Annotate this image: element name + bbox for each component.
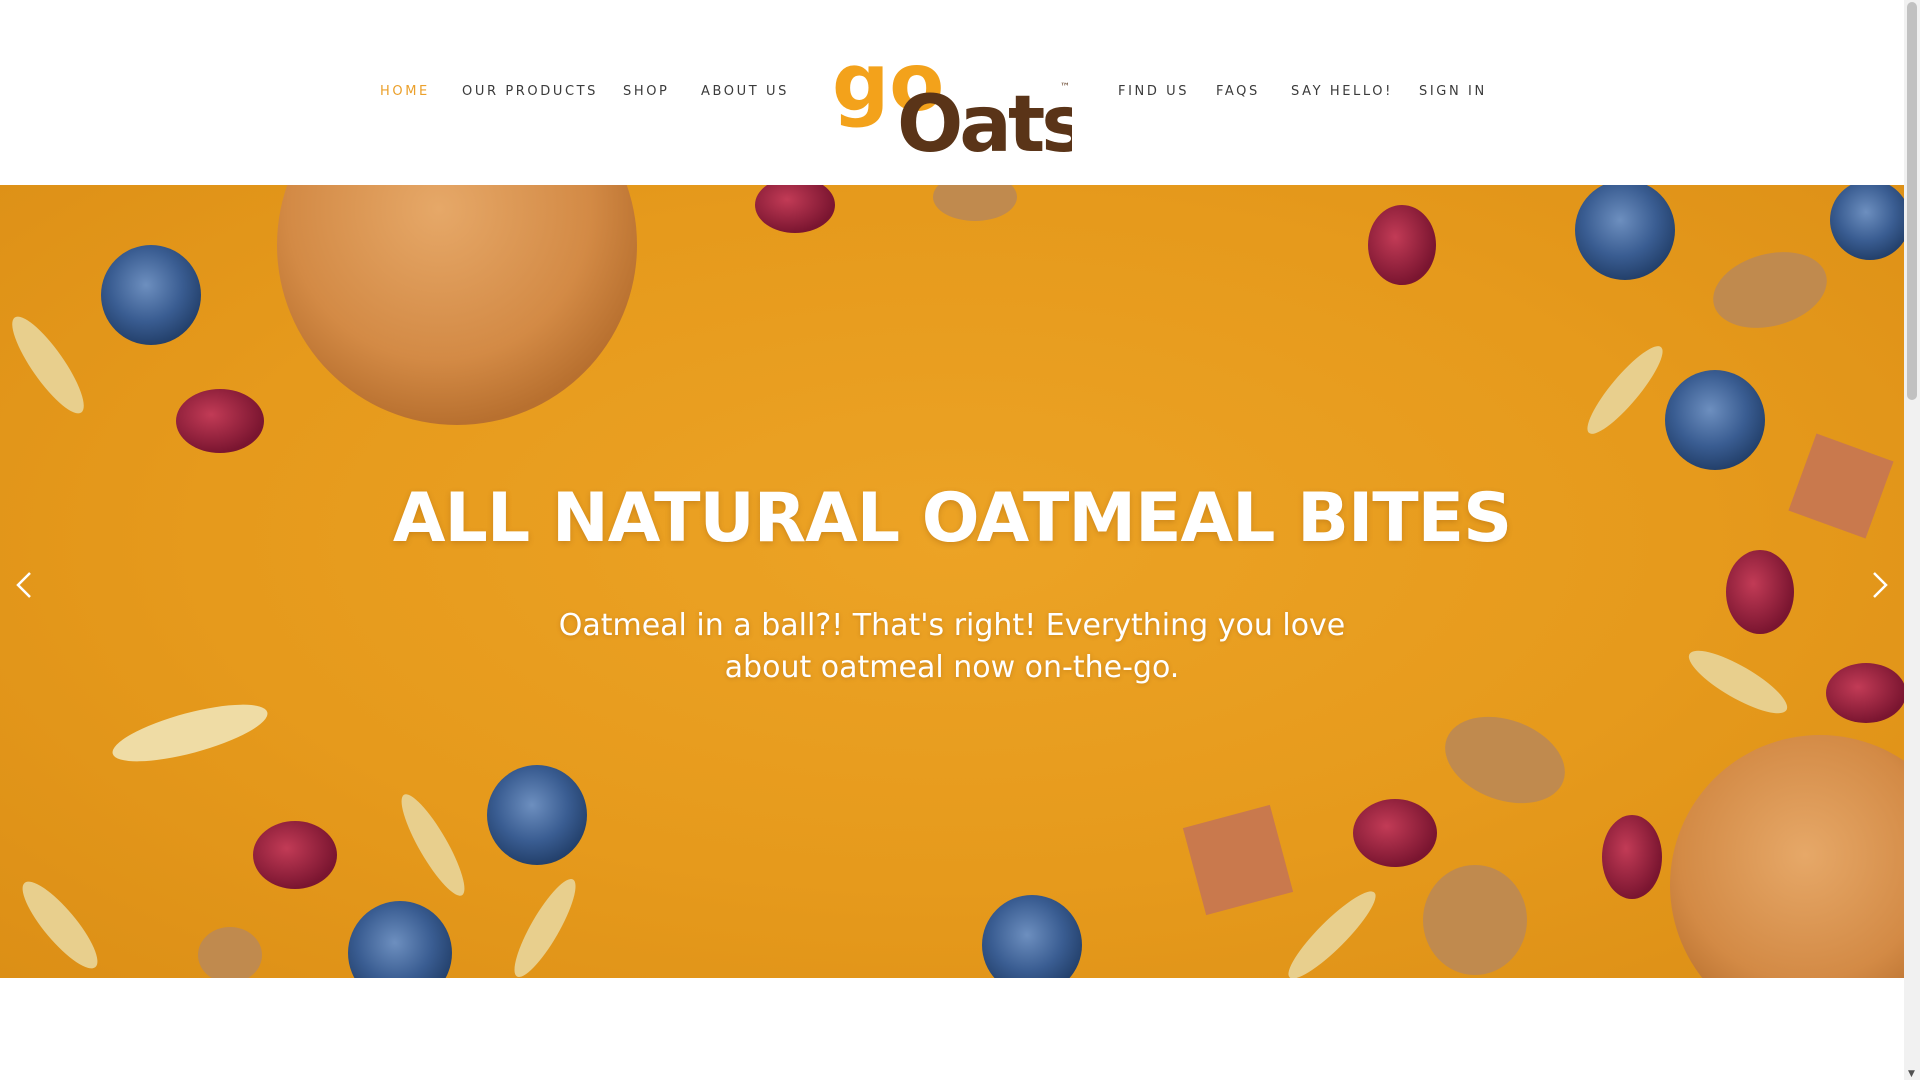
- blueberry-image: [348, 901, 452, 978]
- site-header: HOME OUR PRODUCTS SHOP ABOUT US go Oats …: [0, 0, 1904, 185]
- hero-subtitle: Oatmeal in a ball?! That's right! Everyt…: [558, 608, 1346, 685]
- cranberry-image: [1602, 815, 1662, 899]
- fruit-square-image: [1182, 804, 1294, 916]
- walnut-image: [1423, 865, 1527, 975]
- cranberry-image: [253, 821, 337, 889]
- oat-bite-image: [277, 185, 637, 425]
- svg-text:Oats: Oats: [897, 80, 1072, 158]
- oat-grain-image: [514, 879, 576, 977]
- oat-grain-image: [1688, 650, 1788, 714]
- walnut-image: [1445, 716, 1565, 804]
- oat-grain-image: [1288, 891, 1376, 978]
- hero-slider: ALL NATURAL OATMEAL BITES Oatmeal in a b…: [0, 185, 1904, 978]
- cranberry-image: [1726, 550, 1794, 634]
- blueberry-image: [487, 765, 587, 865]
- content-below-hero: [0, 978, 1904, 1080]
- oat-grain-image: [1587, 346, 1663, 434]
- nav-home[interactable]: HOME: [380, 84, 430, 104]
- cranberry-image: [1368, 205, 1436, 285]
- nav-say-hello[interactable]: SAY HELLO!: [1291, 84, 1393, 104]
- nav-find-us[interactable]: FIND US: [1118, 84, 1189, 104]
- oat-bite-image: [1670, 735, 1904, 978]
- slider-next-button[interactable]: [1866, 565, 1896, 605]
- goOats-logo[interactable]: go Oats ™: [832, 28, 1088, 170]
- cranberry-image: [1826, 663, 1904, 723]
- nav-about-us[interactable]: ABOUT US: [701, 84, 789, 104]
- blueberry-image: [1830, 185, 1904, 260]
- svg-text:™: ™: [1060, 82, 1070, 93]
- blueberry-image: [1575, 185, 1675, 280]
- blueberry-image: [982, 895, 1082, 978]
- cranberry-image: [1353, 799, 1437, 867]
- oat-grain-image: [401, 794, 465, 896]
- nav-our-products[interactable]: OUR PRODUCTS: [462, 84, 598, 104]
- walnut-image: [1713, 252, 1827, 328]
- scrollbar-thumb[interactable]: [1907, 2, 1917, 400]
- walnut-image: [198, 927, 262, 978]
- page-scrollbar[interactable]: ▼: [1904, 0, 1920, 1080]
- blueberry-image: [101, 245, 201, 345]
- cranberry-image: [755, 185, 835, 233]
- hero-title: ALL NATURAL OATMEAL BITES: [392, 479, 1512, 558]
- oat-grain-image: [112, 704, 268, 762]
- chevron-left-icon: [16, 572, 31, 598]
- nav-sign-in[interactable]: SIGN IN: [1419, 84, 1487, 104]
- hero-background-ingredients: [12, 185, 1904, 978]
- scroll-down-arrow-icon[interactable]: ▼: [1908, 1070, 1916, 1079]
- cranberry-image: [176, 389, 264, 453]
- chevron-right-icon: [1873, 572, 1888, 598]
- oat-grain-image: [22, 881, 98, 969]
- oat-grain-image: [12, 316, 84, 414]
- nav-shop[interactable]: SHOP: [623, 84, 670, 104]
- slider-prev-button[interactable]: [8, 565, 38, 605]
- walnut-image: [933, 185, 1017, 221]
- nav-faqs[interactable]: FAQS: [1216, 84, 1260, 104]
- blueberry-image: [1665, 370, 1765, 470]
